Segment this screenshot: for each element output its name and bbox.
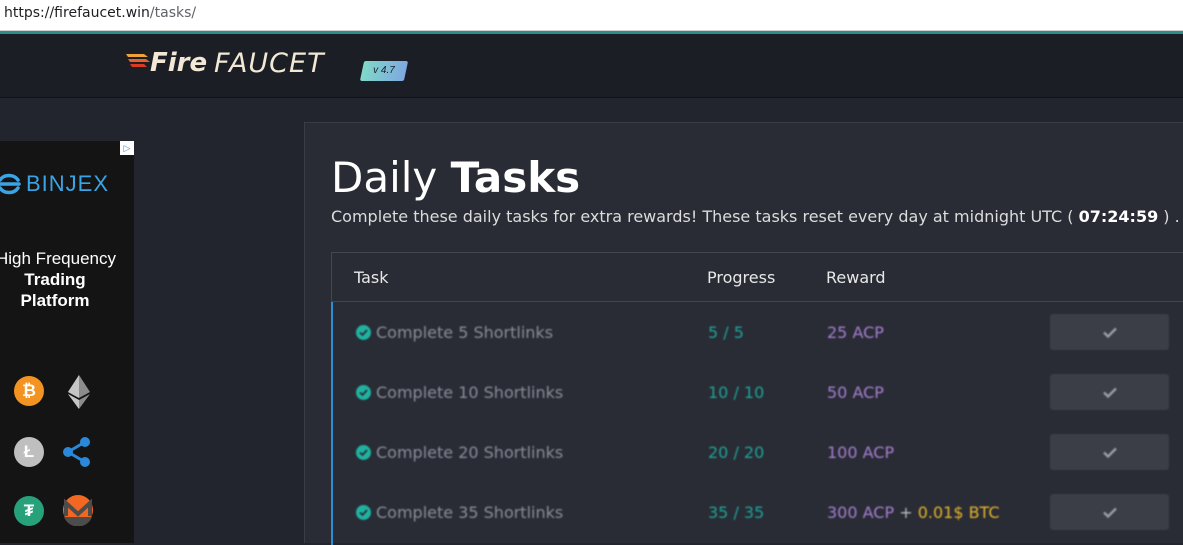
table-header: Task Progress Reward [332,253,1183,302]
progress-cell: 35 / 35 [708,503,765,522]
reward-plus: + [894,503,918,522]
reward-value: 100 ACP [827,443,895,462]
progress-cell: 10 / 10 [708,383,765,402]
check-circle-icon [356,445,371,460]
ripple-icon [63,437,90,467]
task-name: Complete 10 Shortlinks [376,383,564,402]
progress-cell: 20 / 20 [708,443,765,462]
claimed-button[interactable] [1050,374,1169,410]
url-host: https://firefaucet.win [4,5,150,21]
task-name: Complete 20 Shortlinks [376,443,564,462]
ad-brand: BINJEX [0,171,109,197]
ad-headline-2: Trading [24,270,86,289]
task-cell: Complete 35 Shortlinks [356,503,563,522]
browser-address-bar[interactable]: https://firefaucet.win/tasks/ [0,0,1183,31]
url-path: /tasks/ [149,5,197,21]
binjex-logo-icon [0,173,21,195]
daily-tasks-card: Daily Tasks Complete these daily tasks f… [304,122,1183,545]
adchoices-icon[interactable]: ▷ [120,141,134,155]
table-row: Complete 10 Shortlinks 10 / 10 50 ACP [333,362,1183,422]
table-body: Complete 5 Shortlinks 5 / 5 25 ACP Compl… [331,302,1183,545]
reward-cell: 300 ACP + 0.01$ BTC [827,503,1000,522]
title-bold: Tasks [450,153,581,202]
reward-extra: 0.01$ BTC [917,503,1000,522]
ad-headline-3: Platform [20,291,90,310]
claimed-button[interactable] [1050,494,1169,530]
version-label: v 4.7 [373,65,395,76]
page-subtitle: Complete these daily tasks for extra rew… [331,207,1180,226]
reward-cell: 100 ACP [827,443,894,462]
check-circle-icon [356,325,371,340]
task-cell: Complete 20 Shortlinks [356,443,563,462]
check-circle-icon [356,505,371,520]
title-light: Daily [331,153,451,202]
reward-cell: 50 ACP [827,383,884,402]
reward-value: 50 ACP [827,383,884,402]
subtitle-text: Complete these daily tasks for extra rew… [331,207,1079,226]
table-row: Complete 35 Shortlinks 35 / 35 300 ACP +… [333,482,1183,542]
table-row: Complete 20 Shortlinks 20 / 20 100 ACP [333,422,1183,482]
task-name: Complete 35 Shortlinks [376,503,564,522]
flame-icon [126,54,150,67]
table-row: Complete 5 Shortlinks 5 / 5 25 ACP [333,302,1183,362]
task-cell: Complete 5 Shortlinks [356,323,553,342]
claimed-button[interactable] [1050,314,1169,350]
ad-banner[interactable]: ▷ BINJEX High Frequency Trading Platform… [0,141,134,543]
header-progress: Progress [707,268,776,287]
reset-countdown: 07:24:59 [1078,207,1159,226]
checkmark-icon [1102,327,1117,338]
checkmark-icon [1102,447,1117,458]
task-name: Complete 5 Shortlinks [376,323,554,342]
tether-icon: ₮ [14,496,44,526]
claimed-button[interactable] [1050,434,1169,470]
check-circle-icon [356,385,371,400]
reward-value: 300 ACP [827,503,895,522]
reward-cell: 25 ACP [827,323,884,342]
subtitle-end: ) . [1158,207,1180,226]
url-text[interactable]: https://firefaucet.win/tasks/ [4,5,196,21]
logo-faucet-text: FAUCET [214,48,325,79]
litecoin-icon: Ł [14,437,44,467]
checkmark-icon [1102,387,1117,398]
page-title: Daily Tasks [331,153,580,202]
reward-value: 25 ACP [827,323,884,342]
header-task: Task [354,268,389,287]
bitcoin-icon: ₿ [14,376,44,406]
progress-cell: 5 / 5 [708,323,744,342]
ad-headline-1: High Frequency [0,249,117,268]
ethereum-icon [68,375,90,409]
logo-fire-text: Fire [150,48,208,78]
checkmark-icon [1102,507,1117,518]
tasks-table: Task Progress Reward Complete 5 Shortlin… [331,252,1183,545]
ad-brand-name: BINJEX [26,171,110,196]
header-reward: Reward [826,268,886,287]
monero-icon [63,495,93,526]
version-badge: v 4.7 [359,61,409,81]
top-navbar: Fire FAUCET v 4.7 [0,34,1183,98]
task-cell: Complete 10 Shortlinks [356,383,563,402]
